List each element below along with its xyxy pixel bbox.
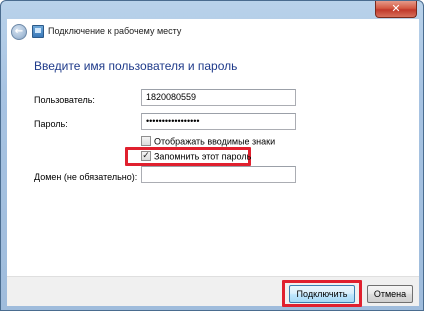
domain-label: Домен (не обязательно):	[34, 172, 138, 182]
network-icon	[32, 25, 44, 38]
back-arrow-icon: ←	[14, 26, 24, 37]
dialog-footer: Подключить Отмена	[7, 276, 419, 307]
remember-password-checkbox[interactable]: ✓	[141, 150, 151, 161]
close-icon: ✕	[391, 2, 401, 15]
password-label: Пароль:	[34, 119, 68, 129]
username-input[interactable]: 1820080559	[141, 89, 296, 106]
remember-password-option[interactable]: ✓ Запомнить этот пароль	[141, 150, 252, 164]
cancel-button[interactable]: Отмена	[367, 285, 413, 303]
checkmark-icon: ✓	[142, 150, 150, 161]
dialog-window: ✕ ← Подключение к рабочему месту Введите…	[0, 0, 424, 311]
page-heading: Введите имя пользователя и пароль	[34, 59, 238, 73]
domain-input[interactable]	[141, 166, 296, 183]
remember-password-label: Запомнить этот пароль	[154, 151, 252, 162]
username-label: Пользователь:	[34, 95, 95, 105]
show-characters-label: Отображать вводимые знаки	[154, 136, 276, 147]
back-button[interactable]: ←	[11, 24, 27, 40]
wizard-header: ← Подключение к рабочему месту	[7, 19, 419, 45]
password-input[interactable]: •••••••••••••••••	[141, 113, 296, 130]
show-characters-checkbox[interactable]	[141, 135, 151, 146]
title-bar: ✕	[1, 1, 423, 19]
credentials-panel: Введите имя пользователя и пароль Пользо…	[7, 45, 419, 276]
close-button[interactable]: ✕	[375, 1, 417, 18]
connect-button[interactable]: Подключить	[289, 285, 355, 303]
wizard-title: Подключение к рабочему месту	[48, 26, 182, 36]
